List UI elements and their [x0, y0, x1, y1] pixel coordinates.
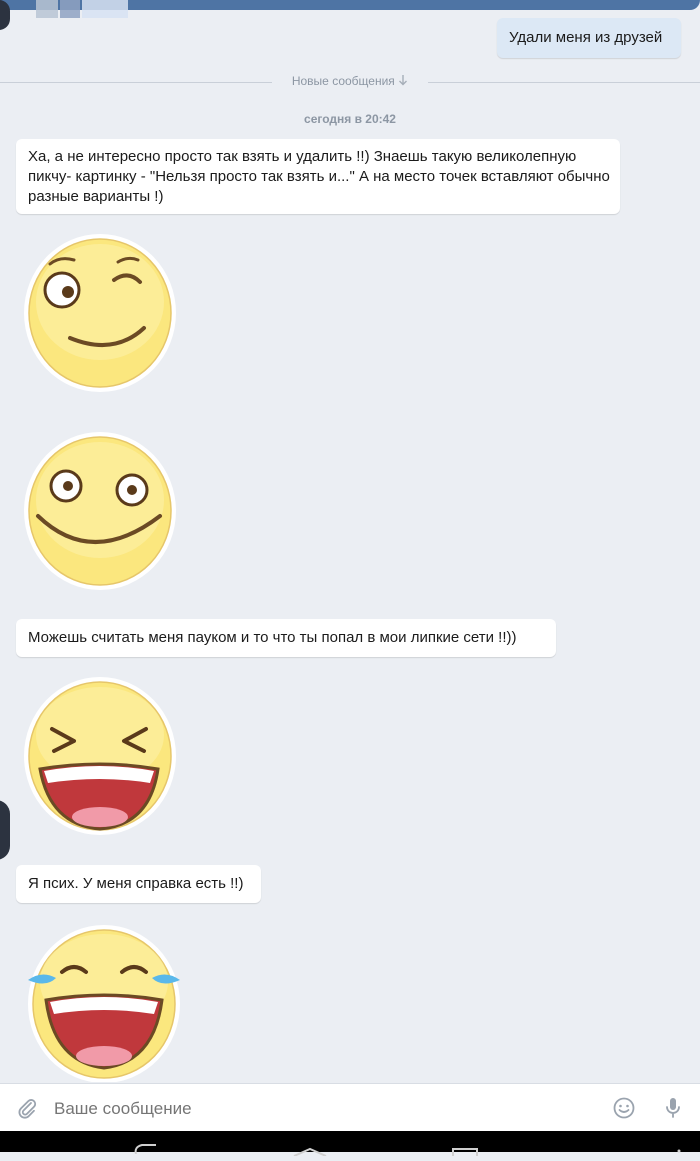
arrow-down-icon: [398, 74, 408, 89]
winking-smiley-sticker[interactable]: [22, 232, 180, 399]
incoming-message[interactable]: Можешь считать меня пауком и то что ты п…: [16, 619, 556, 657]
header-thumb: [82, 0, 128, 18]
date-separator: сегодня в 20:42: [304, 112, 396, 126]
message-composer: [0, 1083, 700, 1132]
message-text: Можешь считать меня пауком и то что ты п…: [28, 629, 517, 646]
smiling-smiley-sticker[interactable]: [22, 430, 180, 597]
outgoing-message[interactable]: Удали меня из друзей: [497, 18, 681, 58]
header-thumb: [60, 0, 80, 18]
new-messages-label: Новые сообщения: [291, 74, 395, 88]
side-handle[interactable]: [0, 0, 10, 30]
message-text: Ха, а не интересно просто так взять и уд…: [28, 148, 610, 205]
microphone-icon[interactable]: [664, 1096, 682, 1125]
new-messages-divider: Новые сообщения: [0, 74, 700, 88]
side-handle[interactable]: [0, 800, 10, 860]
message-text: Я псих. У меня справка есть !!): [28, 875, 244, 892]
laughing-tears-smiley-sticker[interactable]: [22, 922, 186, 1087]
recent-apps-icon[interactable]: [450, 1143, 480, 1161]
incoming-message[interactable]: Ха, а не интересно просто так взять и уд…: [16, 139, 620, 214]
back-icon[interactable]: [130, 1141, 160, 1159]
smile-icon[interactable]: [612, 1096, 636, 1125]
paperclip-icon[interactable]: [16, 1097, 38, 1124]
message-input[interactable]: [52, 1094, 596, 1124]
laughing-smiley-sticker[interactable]: [22, 675, 180, 842]
header-thumb: [36, 0, 58, 18]
incoming-message[interactable]: Я псих. У меня справка есть !!): [16, 865, 261, 903]
message-text: Удали меня из друзей: [509, 29, 663, 46]
header-strip: [0, 0, 700, 18]
menu-icon[interactable]: [676, 1143, 682, 1161]
system-navigation-bar: [0, 1131, 700, 1161]
home-icon[interactable]: [290, 1143, 330, 1161]
